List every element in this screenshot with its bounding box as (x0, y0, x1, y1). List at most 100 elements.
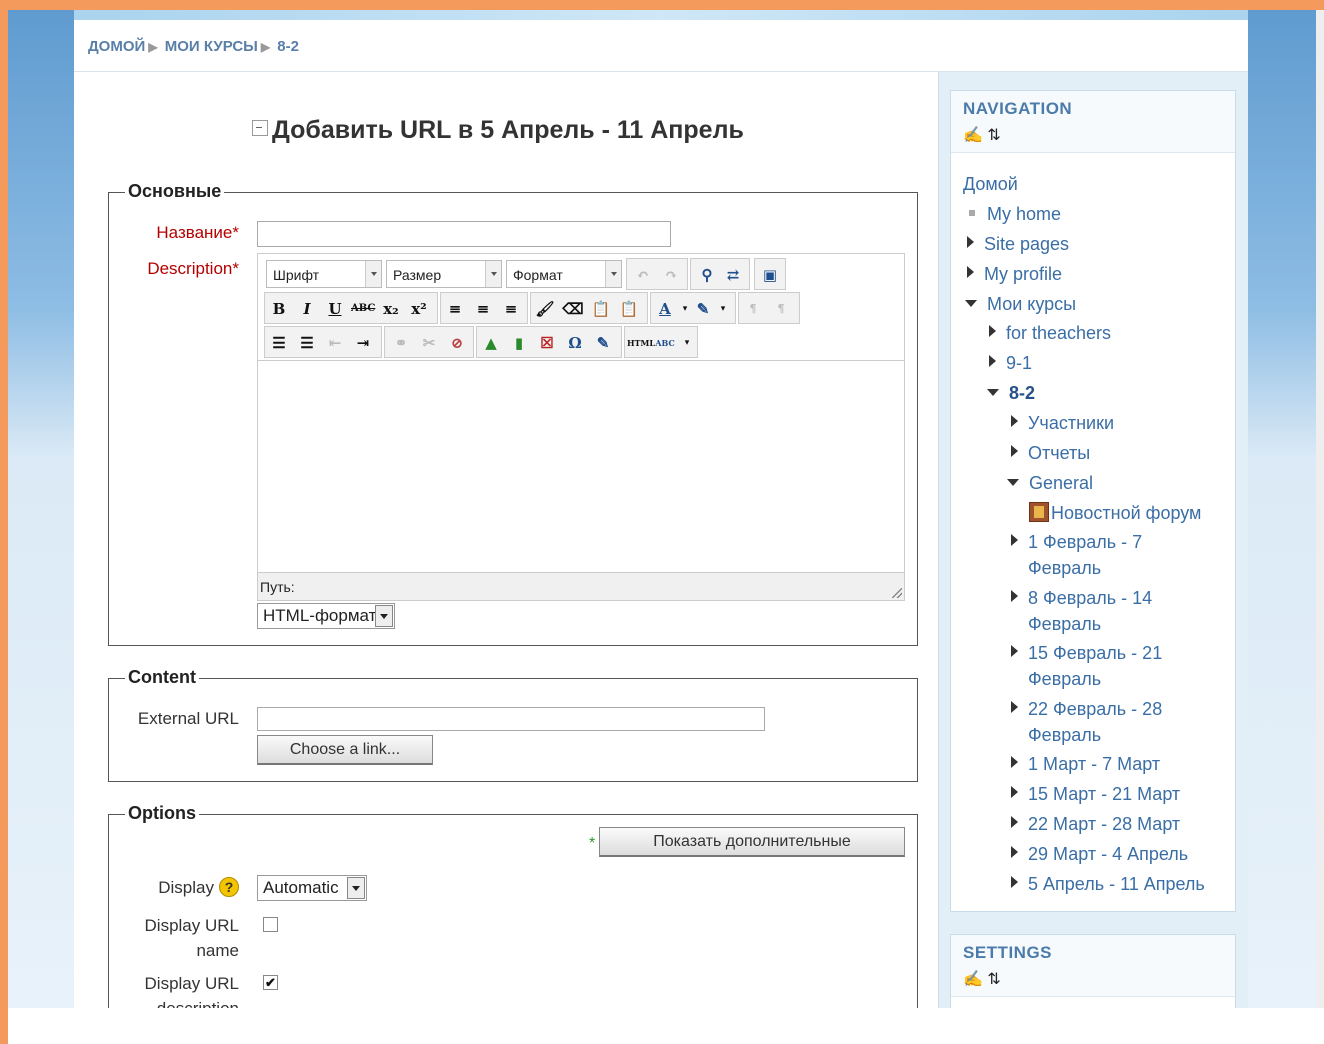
clean-group: 🖌 ⌫ 📋 📋 (530, 292, 648, 324)
nav-item-reports[interactable]: Отчеты (1011, 440, 1090, 466)
link-group: ⚭ ✂ ⊘ (384, 326, 474, 358)
nav-item-week-4[interactable]: 22 Февраль - 28 Февраль (1011, 696, 1162, 748)
nav-item-site-pages[interactable]: Site pages (967, 231, 1069, 257)
nav-item-9-1[interactable]: 9-1 (989, 350, 1032, 376)
paste-text-icon[interactable]: 📋 (589, 297, 613, 321)
chevron-down-icon[interactable]: ▾ (675, 331, 699, 355)
display-url-name-line2: name (196, 941, 239, 960)
text-format-select[interactable]: HTML-формат (257, 603, 395, 629)
nav-item-news-forum[interactable]: Новостной форум (1029, 500, 1201, 526)
fieldset-options-legend[interactable]: Options (125, 803, 199, 824)
display-url-description-checkbox[interactable]: ✔ (263, 975, 278, 990)
breadcrumb-courses[interactable]: МОИ КУРСЫ (165, 38, 258, 55)
block-controls-icon[interactable]: ✍ ⇅ (963, 125, 1223, 145)
rtl-icon[interactable]: ¶ (769, 297, 793, 321)
navigation-block-header: NAVIGATION ✍ ⇅ (951, 91, 1235, 153)
spellcheck-icon[interactable]: ABC (653, 331, 677, 355)
align-left-icon[interactable]: ≡ (443, 297, 467, 321)
nav-item-for-teachers[interactable]: for theachers (989, 320, 1111, 346)
nav-item-week-8[interactable]: 29 Март - 4 Апрель (1011, 841, 1188, 867)
editor-text-area[interactable] (258, 360, 904, 572)
nav-item-general[interactable]: General (1007, 470, 1093, 496)
external-url-input[interactable] (257, 707, 765, 731)
find-icon[interactable]: ⚲ (695, 263, 719, 287)
expand-arrow-icon (989, 355, 996, 367)
link-icon[interactable]: ⚭ (389, 331, 413, 355)
nav-item-week-1[interactable]: 1 Февраль - 7 Февраль (1011, 529, 1142, 581)
settings-block: SETTINGS ✍ ⇅ (950, 934, 1236, 1008)
expand-arrow-icon (1011, 846, 1018, 858)
align-right-icon[interactable]: ≡ (499, 297, 523, 321)
direction-group: ¶ ¶ (738, 292, 800, 324)
smiley-icon[interactable]: ☒ (535, 331, 559, 355)
resize-handle-icon[interactable] (892, 588, 902, 598)
breadcrumb-current[interactable]: 8-2 (277, 38, 299, 55)
bullet-list-icon[interactable]: ☰ (267, 331, 291, 355)
redo-icon[interactable]: ↷ (659, 263, 683, 287)
bullet-icon (969, 210, 975, 216)
bold-button[interactable]: B (267, 297, 291, 321)
nav-item-week-5[interactable]: 1 Март - 7 Март (1011, 751, 1160, 777)
name-input[interactable] (257, 221, 671, 247)
edit-table-icon[interactable]: ✎ (591, 331, 615, 355)
outdent-icon[interactable]: ⇤ (323, 331, 347, 355)
page-title: Добавить URL в 5 Апрель - 11 Апрель (252, 116, 744, 145)
nav-item-8-2[interactable]: 8-2 (987, 380, 1035, 406)
format-dropdown[interactable]: Формат (506, 260, 622, 288)
block-controls-icon[interactable]: ✍ ⇅ (963, 969, 1223, 989)
collapse-arrow-icon (987, 389, 999, 396)
indent-icon[interactable]: ⇥ (351, 331, 375, 355)
font-dropdown[interactable]: Шрифт (266, 260, 382, 288)
cleanup-icon[interactable]: 🖌 (533, 297, 557, 321)
nav-item-participants[interactable]: Участники (1011, 410, 1114, 436)
fieldset-content-legend[interactable]: Content (125, 667, 199, 688)
breadcrumb-home[interactable]: ДОМОЙ (88, 38, 145, 55)
undo-icon[interactable]: ↶ (631, 263, 655, 287)
superscript-button[interactable]: x² (407, 297, 431, 321)
special-char-icon[interactable]: Ω (563, 331, 587, 355)
chevron-down-icon[interactable]: ▾ (711, 297, 735, 321)
italic-button[interactable]: I (295, 297, 319, 321)
name-label: Название* (109, 223, 239, 243)
fullscreen-icon[interactable]: ▣ (758, 263, 782, 287)
nolink-icon[interactable]: ⊘ (445, 331, 469, 355)
expand-arrow-icon (967, 236, 974, 248)
unlink-icon[interactable]: ✂ (417, 331, 441, 355)
underline-button[interactable]: U (323, 297, 347, 321)
nav-item-my-home[interactable]: My home (965, 201, 1061, 227)
description-label: Description* (109, 259, 239, 279)
page-title-text: Добавить URL в 5 Апрель - 11 Апрель (272, 116, 744, 144)
choose-link-button[interactable]: Choose a link... (257, 735, 433, 765)
show-advanced-button[interactable]: Показать дополнительные (599, 827, 905, 857)
image-icon[interactable]: ▲ (479, 331, 503, 355)
nav-item-week-7[interactable]: 22 Март - 28 Март (1011, 811, 1180, 837)
replace-icon[interactable]: ⇄ (721, 263, 745, 287)
media-icon[interactable]: ▮ (507, 331, 531, 355)
numbered-list-icon[interactable]: ☰ (295, 331, 319, 355)
collapse-all-icon[interactable] (252, 120, 268, 136)
nav-item-home[interactable]: Домой (963, 171, 1018, 197)
nav-item-week-2[interactable]: 8 Февраль - 14 Февраль (1011, 585, 1152, 637)
strikethrough-button[interactable]: ABC (351, 297, 375, 321)
settings-block-header: SETTINGS ✍ ⇅ (951, 935, 1235, 997)
ltr-icon[interactable]: ¶ (741, 297, 765, 321)
settings-title[interactable]: SETTINGS (963, 943, 1223, 963)
align-center-icon[interactable]: ≡ (471, 297, 495, 321)
help-icon[interactable]: ? (219, 877, 239, 897)
nav-item-week-9[interactable]: 5 Апрель - 11 Апрель (1011, 871, 1205, 897)
size-dropdown[interactable]: Размер (386, 260, 502, 288)
fieldset-general-legend[interactable]: Основные (125, 181, 225, 202)
nav-item-my-courses[interactable]: Мои курсы (965, 291, 1076, 317)
html-source-button[interactable]: HTML (627, 331, 655, 355)
display-url-name-checkbox[interactable] (263, 917, 278, 932)
display-select[interactable]: Automatic (257, 875, 367, 901)
paste-word-icon[interactable]: 📋 (617, 297, 641, 321)
nav-item-week-6[interactable]: 15 Март - 21 Март (1011, 781, 1180, 807)
nav-item-week-3[interactable]: 15 Февраль - 21 Февраль (1011, 640, 1162, 692)
vertical-scrollbar[interactable] (1316, 10, 1324, 1008)
eraser-icon[interactable]: ⌫ (561, 297, 585, 321)
nav-label: 8-2 (1009, 383, 1036, 403)
navigation-title[interactable]: NAVIGATION (963, 99, 1223, 119)
subscript-button[interactable]: x₂ (379, 297, 403, 321)
nav-item-my-profile[interactable]: My profile (967, 261, 1062, 287)
